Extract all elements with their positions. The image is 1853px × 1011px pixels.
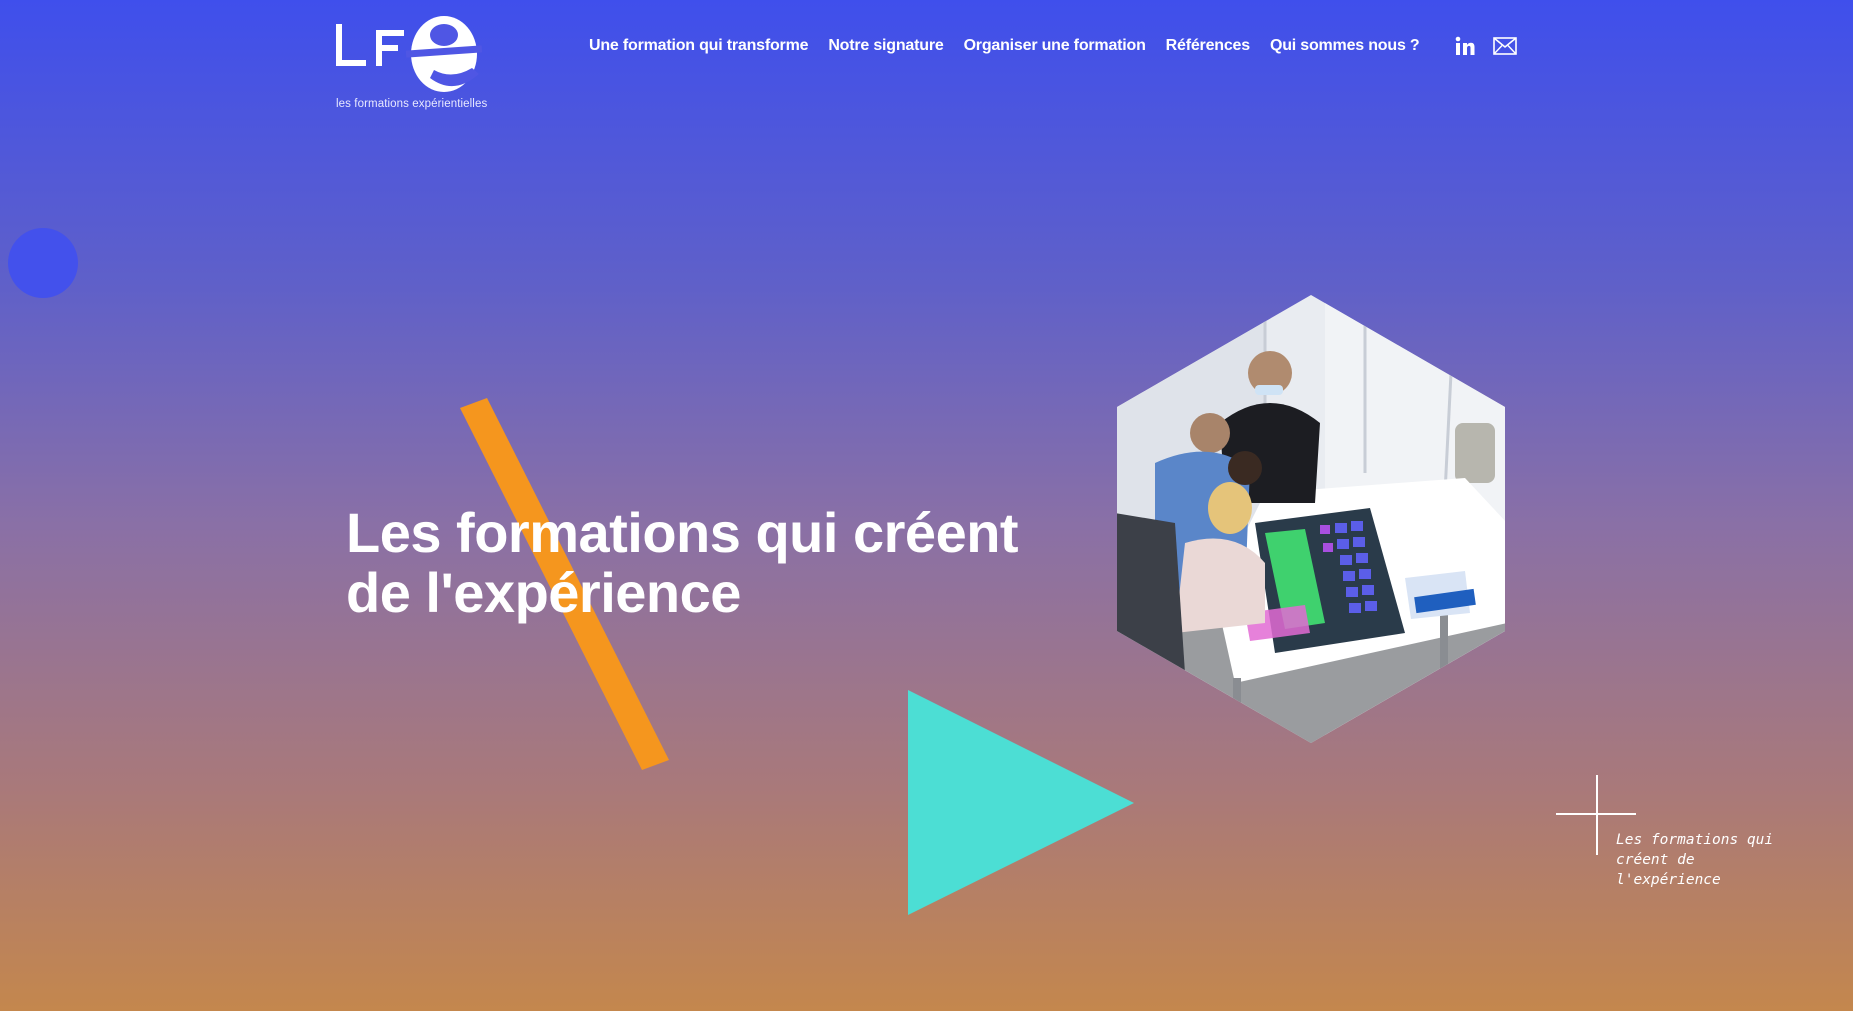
hero-title: Les formations qui créent de l'expérienc… bbox=[346, 503, 1066, 623]
hero-title-line-2: de l'expérience bbox=[346, 561, 741, 624]
side-caption: Les formations qui créent de l'expérienc… bbox=[1616, 832, 1774, 888]
hexagon-team-photo bbox=[1117, 295, 1505, 743]
decorative-turquoise-triangle bbox=[908, 690, 1134, 915]
hero-title-line-1: Les formations qui créent bbox=[346, 501, 1019, 564]
